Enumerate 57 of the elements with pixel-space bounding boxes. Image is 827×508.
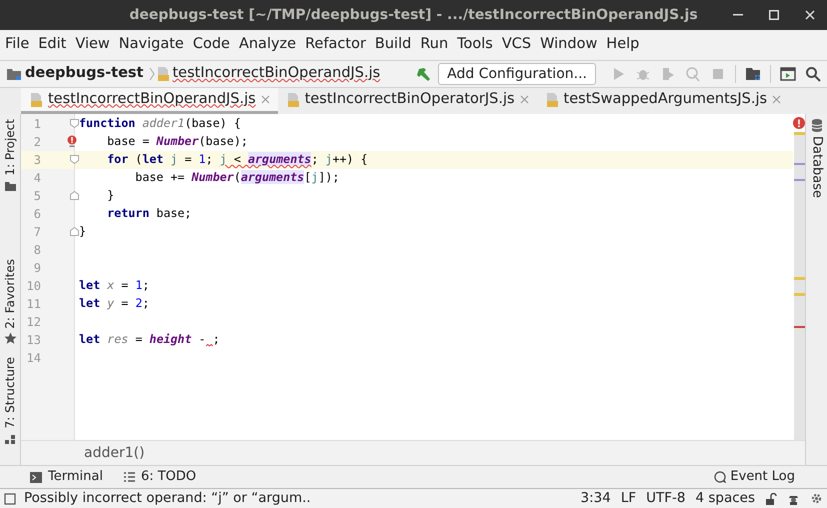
menu-item[interactable]: Tools [456, 34, 494, 56]
code-line: let res = height - ; [79, 331, 220, 349]
tool-window-tab[interactable]: 7: Structure [1, 357, 19, 429]
project-breadcrumb[interactable]: deepbugs-test [25, 63, 144, 85]
menu-item[interactable]: View [74, 34, 111, 56]
menu-item[interactable]: File [4, 34, 30, 56]
code-breadcrumb[interactable]: adder1() [84, 442, 145, 464]
menu-item[interactable]: Run [419, 34, 450, 56]
tool-window-tab[interactable]: 2: Favorites [1, 258, 19, 328]
line-number: 7 [32, 224, 41, 241]
line-number: 5 [32, 188, 41, 205]
menu-item[interactable]: Refactor [304, 34, 367, 56]
menu-item[interactable]: Code [192, 34, 231, 56]
line-separator[interactable]: LF [620, 488, 636, 508]
add-configuration-button[interactable]: Add Configuration... [438, 63, 596, 85]
line-number: 9 [32, 260, 41, 277]
editor-tab[interactable]: testSwappedArgumentsJS.js [536, 88, 790, 114]
line-number: 1 [32, 116, 41, 133]
file-encoding[interactable]: UTF-8 [646, 488, 686, 508]
window-title: deepbugs-test [~/TMP/deepbugs-test] - .../testIncorrectBinOperandJS.js [129, 6, 698, 24]
line-number: 10 [26, 278, 41, 295]
code-line: base += Number(arguments[j]); [134, 169, 340, 186]
line-number: 2 [32, 134, 41, 151]
menu-item[interactable]: Analyze [238, 34, 298, 56]
line-number: 13 [26, 332, 41, 349]
menu-item[interactable]: Build [374, 34, 412, 56]
line-number: 11 [26, 296, 41, 313]
line-number: 4 [32, 170, 41, 187]
line-number: 14 [26, 350, 41, 367]
code-line: base = Number(base); [106, 133, 248, 150]
tool-window-tab[interactable]: Terminal [48, 467, 103, 487]
indent-setting[interactable]: 4 spaces [695, 488, 755, 508]
tool-window-tab[interactable]: Database [806, 136, 826, 198]
code-line: let x = 1; [79, 277, 150, 294]
menu-item[interactable]: Navigate [118, 34, 185, 56]
file-breadcrumb[interactable]: testIncorrectBinOperandJS.js [172, 63, 380, 85]
menu-item[interactable]: Window [539, 34, 598, 56]
line-number: 8 [32, 242, 41, 259]
code-line: return base; [106, 205, 192, 222]
code-line: for (let j = 1; j < arguments; j++) { [106, 151, 368, 168]
caret-position[interactable]: 3:34 [580, 488, 611, 508]
event-log-tab[interactable]: Event Log [730, 467, 795, 487]
code-line: function adder1(base) { [79, 115, 241, 132]
line-number: 12 [26, 314, 41, 331]
code-line: } [106, 187, 114, 204]
editor-tab[interactable]: testIncorrectBinOperatorJS.js [278, 88, 537, 114]
menu-item[interactable]: Edit [37, 34, 68, 56]
line-number: 6 [32, 206, 41, 223]
code-line: } [79, 223, 86, 240]
code-line: let y = 2; [79, 295, 150, 312]
tool-window-tab[interactable]: 6: TODO [140, 467, 196, 487]
line-number: 3 [32, 152, 41, 169]
tool-window-tab[interactable]: 1: Project [1, 119, 19, 176]
status-message: Possibly incorrect operand: “j” or “argum.. [24, 489, 311, 508]
menu-item[interactable]: VCS [500, 34, 532, 56]
menu-item[interactable]: Help [605, 34, 640, 56]
editor-tab[interactable]: testIncorrectBinOperandJS.js [21, 88, 278, 114]
